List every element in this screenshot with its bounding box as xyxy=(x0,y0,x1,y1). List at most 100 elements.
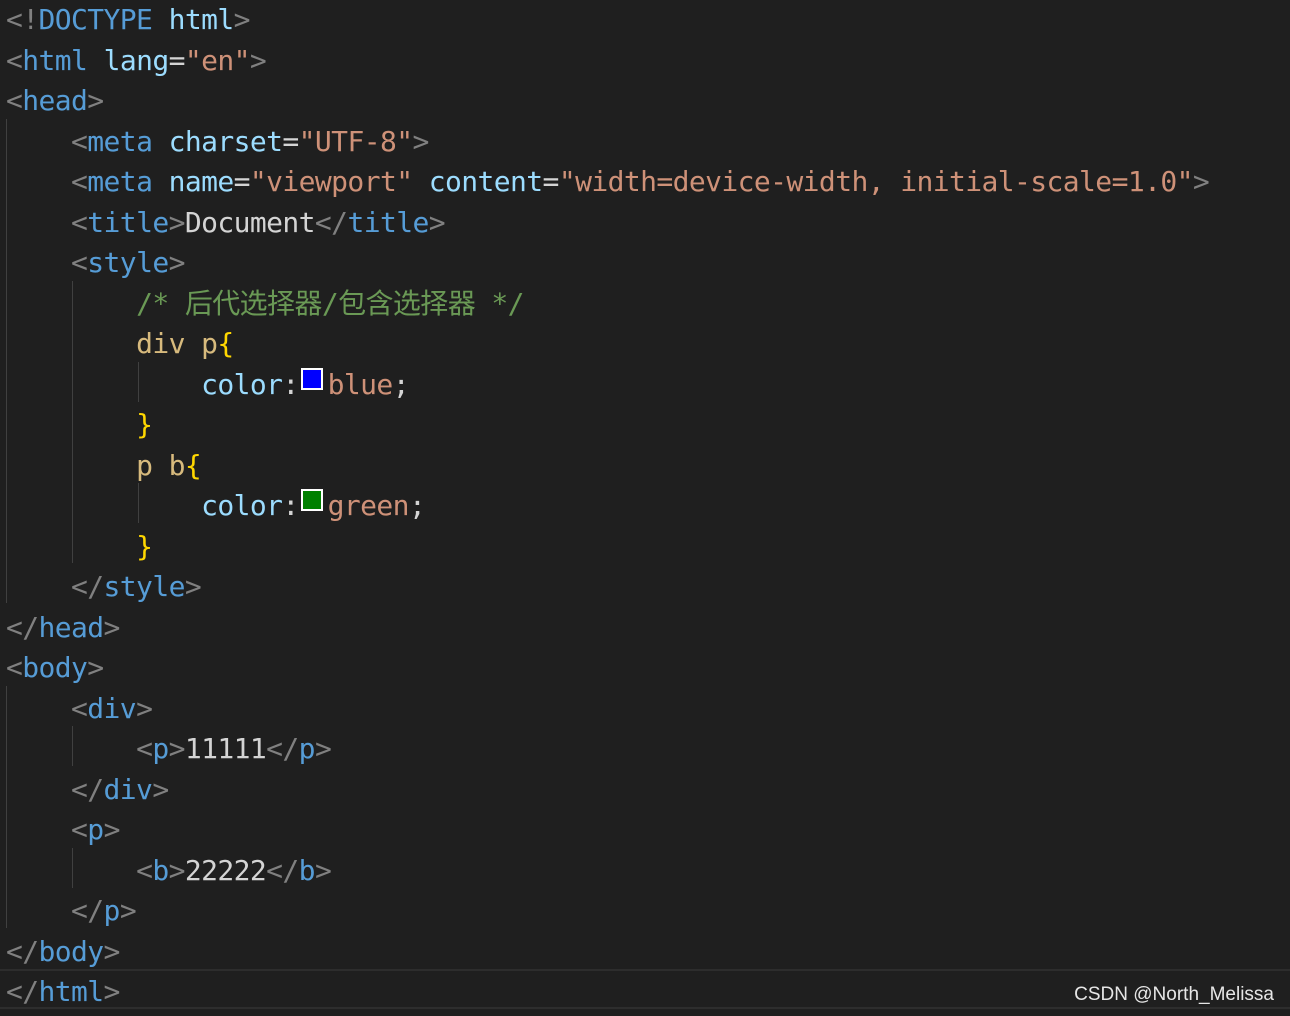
text-token: = xyxy=(168,43,186,77)
punctuation-token: > xyxy=(412,124,429,158)
punctuation-token: > xyxy=(103,934,121,968)
tag-name-token: b xyxy=(298,853,316,887)
code-editor[interactable]: <!DOCTYPE html> <html lang="en"> <head> <m… xyxy=(0,0,1290,1016)
brace-token: { xyxy=(217,327,234,360)
punctuation-token: </ xyxy=(71,894,104,927)
tag-name-token: p xyxy=(103,894,121,927)
tag-name-token: p xyxy=(152,732,169,765)
punctuation-token: </ xyxy=(6,934,39,968)
punctuation-token: </ xyxy=(71,570,104,603)
color-swatch-green[interactable] xyxy=(300,489,323,511)
tag-name-token: head xyxy=(22,84,88,117)
punctuation-token: <! xyxy=(6,3,39,36)
tag-name-token: DOCTYPE xyxy=(38,3,153,36)
attribute-token: color xyxy=(201,489,283,522)
tag-name-token: p xyxy=(87,813,104,846)
punctuation-token: > xyxy=(87,84,104,117)
string-token: "en" xyxy=(184,43,251,77)
text-token: = xyxy=(233,165,251,198)
punctuation-token: > xyxy=(136,691,153,725)
string-token: "width=device-width, initial-scale=1.0" xyxy=(558,165,1194,198)
code-line[interactable]: </html> xyxy=(6,972,120,1013)
punctuation-token: </ xyxy=(6,975,39,1008)
punctuation-token: > xyxy=(168,853,186,887)
punctuation-token: > xyxy=(168,732,186,765)
punctuation-token: > xyxy=(168,246,186,279)
punctuation-token: > xyxy=(168,205,186,239)
text-token: Document xyxy=(184,205,316,239)
code-line[interactable]: <meta charset="UTF-8"> xyxy=(6,122,429,163)
text-token: 11111 xyxy=(184,732,267,765)
tag-name-token: p xyxy=(298,732,316,765)
code-line[interactable]: p b{ xyxy=(6,446,202,487)
code-line[interactable]: <head> xyxy=(6,81,104,122)
code-line[interactable]: <body> xyxy=(6,648,104,689)
code-line[interactable]: <meta name="viewport" content="width=dev… xyxy=(6,162,1210,203)
tag-name-token: body xyxy=(38,934,105,968)
text-token: = xyxy=(282,124,299,158)
punctuation-token: </ xyxy=(6,610,39,644)
tag-name-token: div xyxy=(87,691,137,725)
punctuation-token: </ xyxy=(266,853,299,887)
code-line[interactable]: </style> xyxy=(6,567,202,608)
brace-token: } xyxy=(136,408,153,441)
string-token: "viewport" xyxy=(249,165,413,198)
punctuation-token: < xyxy=(71,691,88,725)
tag-name-token: div xyxy=(103,772,153,806)
code-line[interactable]: <style> xyxy=(6,243,185,284)
code-line[interactable]: <div> xyxy=(6,689,153,730)
code-line[interactable]: color: green; xyxy=(6,486,426,527)
tag-name-token: html xyxy=(38,975,105,1008)
code-line[interactable]: color: blue; xyxy=(6,365,410,406)
color-swatch-blue[interactable] xyxy=(300,367,323,390)
code-line[interactable]: } xyxy=(6,527,153,568)
string-token: blue xyxy=(327,367,394,401)
code-line[interactable]: </body> xyxy=(6,932,120,973)
attribute-token: color xyxy=(201,367,283,401)
code-line[interactable]: </div> xyxy=(6,770,169,811)
comment-token: /* 后代选择器/包含选择器 */ xyxy=(136,286,524,320)
tag-name-token: style xyxy=(87,246,169,279)
punctuation-token: < xyxy=(71,246,88,279)
code-line[interactable]: </head> xyxy=(6,608,120,649)
tag-name-token: title xyxy=(347,205,429,239)
attribute-token: content xyxy=(428,165,543,198)
code-line[interactable]: /* 后代选择器/包含选择器 */ xyxy=(6,284,524,325)
code-line[interactable]: </p> xyxy=(6,891,137,932)
punctuation-token: </ xyxy=(71,772,104,806)
attribute-token: charset xyxy=(168,124,283,158)
text-token: ; xyxy=(392,367,410,401)
punctuation-token: > xyxy=(233,3,251,36)
punctuation-token: > xyxy=(152,772,169,806)
code-line[interactable]: <title>Document</title> xyxy=(6,203,446,244)
tag-name-token: meta xyxy=(87,165,153,198)
code-line[interactable]: div p{ xyxy=(6,324,234,365)
code-line[interactable]: <html lang="en"> xyxy=(6,41,267,82)
code-line[interactable]: <p> xyxy=(6,810,120,851)
text-token: : xyxy=(282,489,299,522)
code-line[interactable]: <b>22222</b> xyxy=(6,851,332,892)
string-token: green xyxy=(327,489,410,522)
punctuation-token: > xyxy=(249,43,267,77)
punctuation-token: < xyxy=(6,651,23,684)
code-line[interactable]: <!DOCTYPE html> xyxy=(6,0,251,41)
code-line[interactable]: <p>11111</p> xyxy=(6,729,332,770)
punctuation-token: > xyxy=(314,732,332,765)
text-token: = xyxy=(542,165,560,198)
code-line[interactable]: } xyxy=(6,405,153,446)
tag-name-token: title xyxy=(87,205,169,239)
punctuation-token: < xyxy=(71,205,88,239)
